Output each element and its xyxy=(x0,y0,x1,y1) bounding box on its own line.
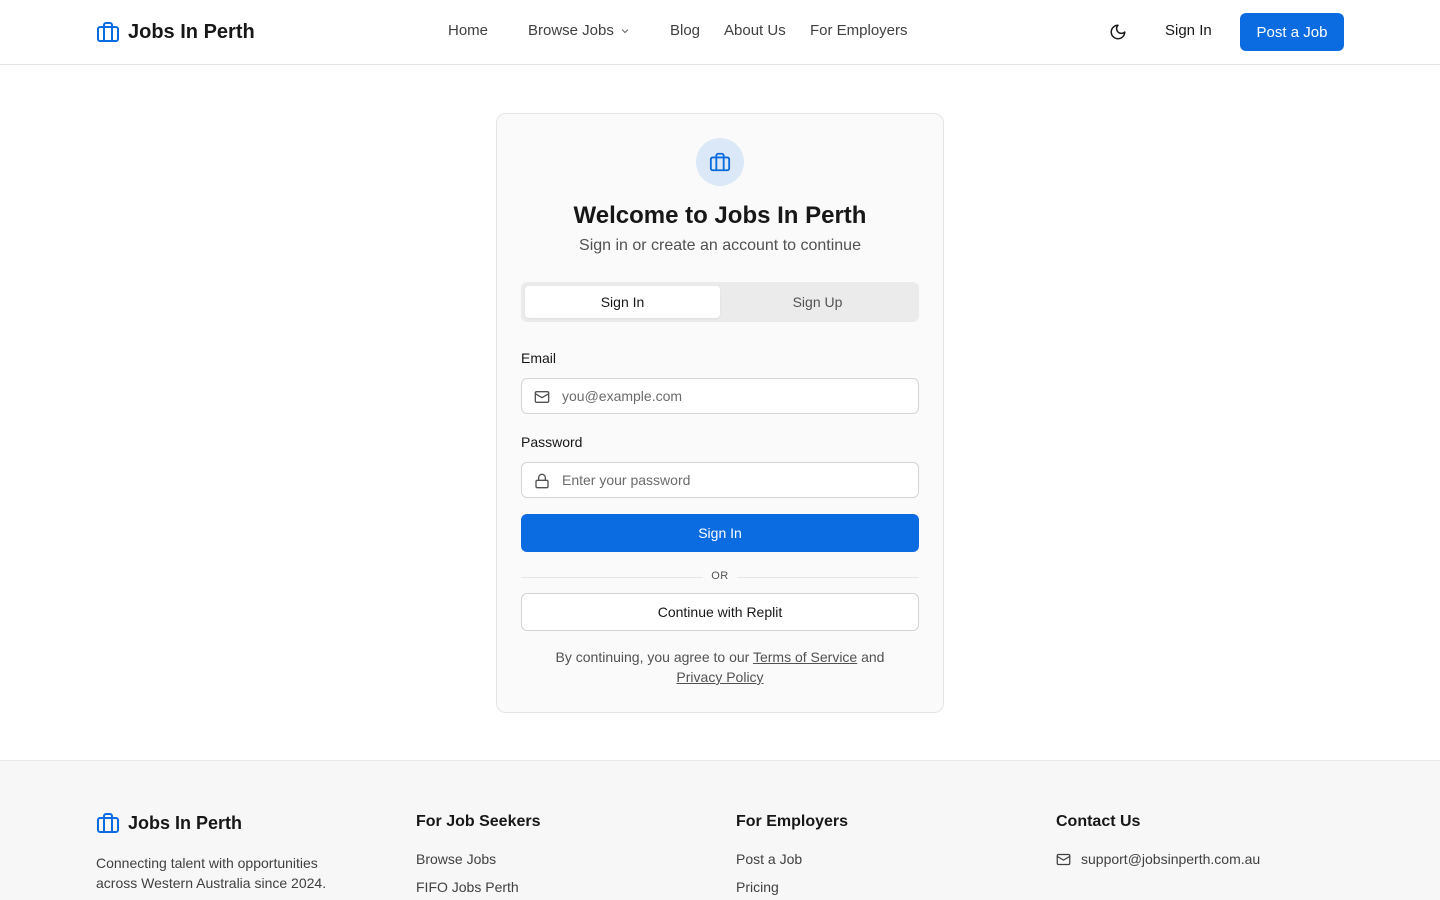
or-divider: OR xyxy=(521,570,919,584)
briefcase-icon xyxy=(97,813,119,833)
footer-heading-job-seekers: For Job Seekers xyxy=(416,813,541,830)
mail-icon xyxy=(1056,853,1071,865)
footer-brand[interactable]: Jobs In Perth xyxy=(96,811,242,835)
email-field[interactable] xyxy=(521,378,919,414)
footer-link-post-job[interactable]: Post a Job xyxy=(736,851,802,867)
auth-title: Welcome to Jobs In Perth xyxy=(573,202,867,229)
divider-text: OR xyxy=(711,570,729,582)
terms-link[interactable]: Terms of Service xyxy=(753,649,857,665)
theme-toggle-button[interactable] xyxy=(1106,20,1130,44)
privacy-link[interactable]: Privacy Policy xyxy=(676,669,763,685)
password-label: Password xyxy=(521,434,583,450)
nav-browse-jobs[interactable]: Browse Jobs xyxy=(528,22,630,39)
footer-col-job-seekers: For Job Seekers Browse Jobs FIFO Jobs Pe… xyxy=(416,813,696,900)
site-footer: Jobs In Perth Connecting talent with opp… xyxy=(0,760,1440,900)
password-input[interactable] xyxy=(562,463,912,497)
lock-icon xyxy=(535,473,549,489)
nav-blog[interactable]: Blog xyxy=(670,22,700,39)
divider-line-right xyxy=(737,577,919,578)
main-nav: Home Browse Jobs Blog About Us For Emplo… xyxy=(0,22,1440,42)
footer-col-contact: Contact Us support@jobsinperth.com.au xyxy=(1056,813,1344,900)
footer-brand-name: Jobs In Perth xyxy=(128,812,243,833)
chevron-down-icon xyxy=(621,28,629,33)
footer-heading-employers: For Employers xyxy=(736,813,849,830)
footer-col-employers: For Employers Post a Job Pricing xyxy=(736,813,1016,900)
footer-link-fifo-jobs[interactable]: FIFO Jobs Perth xyxy=(416,879,519,895)
footer-link-pricing[interactable]: Pricing xyxy=(736,879,779,895)
footer-tagline: Connecting talent with opportunities acr… xyxy=(96,855,327,891)
legal-notice: By continuing, you agree to our Terms of… xyxy=(521,647,919,687)
footer-contact-email[interactable]: support@jobsinperth.com.au xyxy=(1056,851,1260,867)
briefcase-icon xyxy=(709,152,731,172)
auth-card: Welcome to Jobs In Perth Sign in or crea… xyxy=(496,113,944,713)
nav-about-us[interactable]: About Us xyxy=(724,22,786,39)
moon-icon xyxy=(1110,24,1126,40)
post-job-button[interactable]: Post a Job xyxy=(1240,13,1344,51)
footer-contact-email-text: support@jobsinperth.com.au xyxy=(1081,851,1261,867)
auth-tabs: Sign In Sign Up xyxy=(521,282,919,322)
nav-for-employers[interactable]: For Employers xyxy=(810,22,908,39)
footer-link-browse-jobs[interactable]: Browse Jobs xyxy=(416,851,496,867)
site-header: Jobs In Perth Home Browse Jobs Blog Abou… xyxy=(0,0,1440,65)
card-logo-badge xyxy=(696,138,744,186)
nav-browse-jobs-label: Browse Jobs xyxy=(528,22,614,39)
footer-heading-contact: Contact Us xyxy=(1056,813,1141,830)
sign-in-submit-button[interactable]: Sign In xyxy=(521,514,919,552)
email-input[interactable] xyxy=(562,379,912,413)
legal-and: and xyxy=(861,649,885,665)
legal-prefix: By continuing, you agree to our xyxy=(555,649,750,665)
email-label: Email xyxy=(521,350,557,366)
continue-with-replit-button[interactable]: Continue with Replit xyxy=(521,593,919,631)
mail-icon xyxy=(534,391,550,403)
header-sign-in-link[interactable]: Sign In xyxy=(1165,22,1212,39)
password-field[interactable] xyxy=(521,462,919,498)
tab-sign-up[interactable]: Sign Up xyxy=(720,286,915,318)
auth-subtitle: Sign in or create an account to continue xyxy=(579,237,861,254)
nav-home[interactable]: Home xyxy=(448,22,488,39)
tab-sign-in[interactable]: Sign In xyxy=(525,286,720,318)
